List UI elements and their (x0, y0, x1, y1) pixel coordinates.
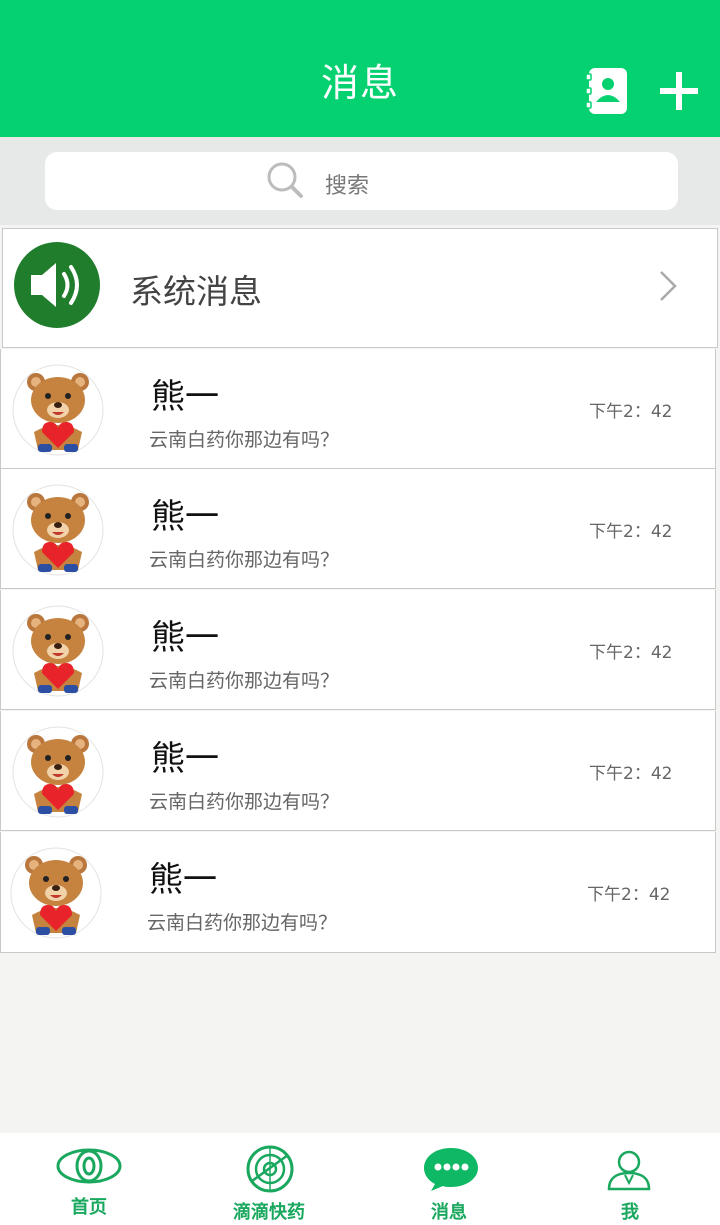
search-area: 搜索 (0, 137, 720, 225)
tab-messages[interactable]: 消息 (360, 1133, 540, 1225)
contacts-icon[interactable] (585, 66, 629, 116)
chat-last-message: 云南白药你那边有吗？ (149, 670, 340, 692)
tab-messages-label: 消息 (431, 1202, 467, 1223)
chat-name: 熊一 (151, 377, 219, 417)
bear-avatar (12, 605, 104, 697)
chat-row[interactable]: 熊一 云南白药你那边有吗？ 下午2：42 (0, 832, 716, 953)
search-icon (267, 162, 303, 198)
chat-name: 熊一 (151, 739, 219, 779)
chat-timestamp: 下午2：42 (589, 764, 673, 784)
chat-row[interactable]: 熊一 云南白药你那边有吗？ 下午2：42 (0, 590, 716, 710)
add-icon[interactable] (659, 71, 699, 111)
chat-name: 熊一 (151, 497, 219, 537)
bear-avatar (12, 364, 104, 456)
chat-name: 熊一 (151, 618, 219, 658)
eye-icon (56, 1148, 122, 1184)
chat-row[interactable]: 熊一 云南白药你那边有吗？ 下午2：42 (0, 711, 716, 831)
tab-home[interactable]: 首页 (0, 1133, 180, 1225)
bottom-tab-bar: 首页 滴滴快药 消息 我 (0, 1133, 720, 1225)
tab-home-label: 首页 (71, 1197, 107, 1218)
search-placeholder: 搜索 (325, 174, 370, 199)
bear-avatar (10, 847, 102, 939)
tab-me[interactable]: 我 (540, 1133, 720, 1225)
chat-row[interactable]: 熊一 云南白药你那边有吗？ 下午2：42 (0, 469, 716, 589)
chat-timestamp: 下午2：42 (589, 402, 673, 422)
chat-last-message: 云南白药你那边有吗？ (149, 791, 340, 813)
tab-didi-kuaiyao-label: 滴滴快药 (233, 1202, 305, 1223)
chat-bubble-icon (424, 1148, 478, 1191)
chat-last-message: 云南白药你那边有吗？ (149, 429, 340, 451)
header-bar: 消息 (0, 0, 720, 137)
search-input[interactable]: 搜索 (45, 152, 678, 210)
user-icon (607, 1150, 651, 1191)
chat-timestamp: 下午2：42 (589, 522, 673, 542)
bear-avatar (12, 484, 104, 576)
chevron-right-icon (660, 271, 677, 301)
chat-timestamp: 下午2：42 (589, 643, 673, 663)
system-messages-label: 系统消息 (130, 272, 262, 311)
radar-icon (246, 1145, 294, 1193)
bear-avatar (12, 726, 104, 818)
chat-timestamp: 下午2：42 (587, 885, 671, 905)
tab-didi-kuaiyao[interactable]: 滴滴快药 (180, 1133, 360, 1225)
chat-last-message: 云南白药你那边有吗？ (147, 912, 338, 934)
system-messages-row[interactable]: 系统消息 (2, 228, 718, 348)
chat-last-message: 云南白药你那边有吗？ (149, 549, 340, 571)
speaker-icon (14, 242, 100, 328)
tab-me-label: 我 (621, 1202, 639, 1223)
chat-name: 熊一 (149, 860, 217, 900)
chat-row[interactable]: 熊一 云南白药你那边有吗？ 下午2：42 (0, 349, 716, 469)
